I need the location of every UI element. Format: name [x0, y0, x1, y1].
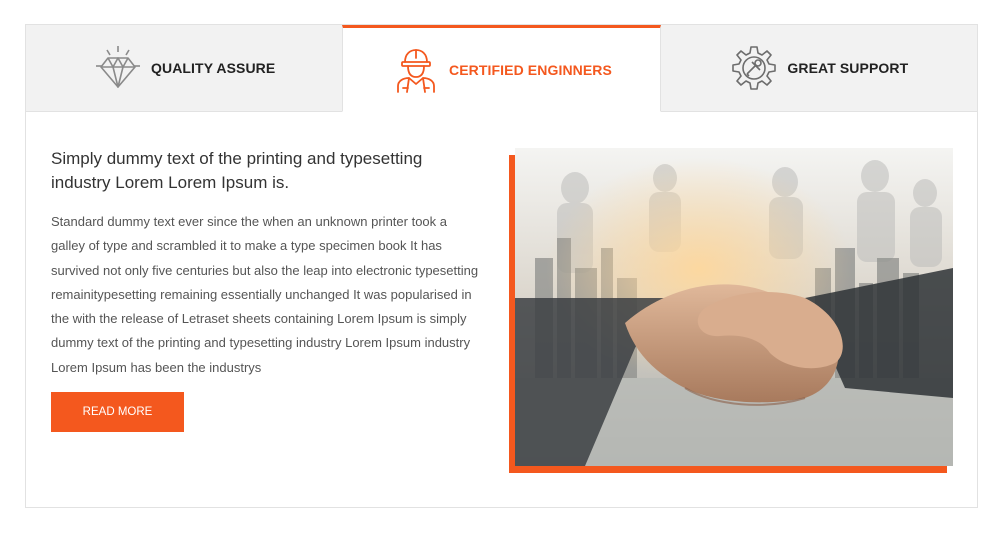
content-heading: Simply dummy text of the printing and ty… [51, 149, 423, 192]
gear-wrench-icon [729, 43, 779, 93]
tab-quality-assure[interactable]: QUALITY ASSURE [26, 25, 343, 112]
tab-bar: QUALITY ASSURE CERTIFIED ENGINNERS GREAT… [26, 25, 977, 112]
read-more-button[interactable]: READ MORE [51, 392, 184, 432]
tab-label: QUALITY ASSURE [151, 60, 276, 76]
tab-great-support[interactable]: GREAT SUPPORT [660, 25, 977, 112]
tab-certified-engineers[interactable]: CERTIFIED ENGINNERS [342, 25, 661, 112]
feature-tabs-panel: QUALITY ASSURE CERTIFIED ENGINNERS GREAT… [25, 24, 978, 508]
tab-label: GREAT SUPPORT [787, 60, 909, 76]
engineer-icon [391, 45, 441, 95]
tab-label: CERTIFIED ENGINNERS [449, 61, 612, 78]
diamond-icon [93, 43, 143, 93]
content-body: Standard dummy text ever since the when … [51, 214, 479, 375]
handshake-photo [515, 148, 953, 466]
